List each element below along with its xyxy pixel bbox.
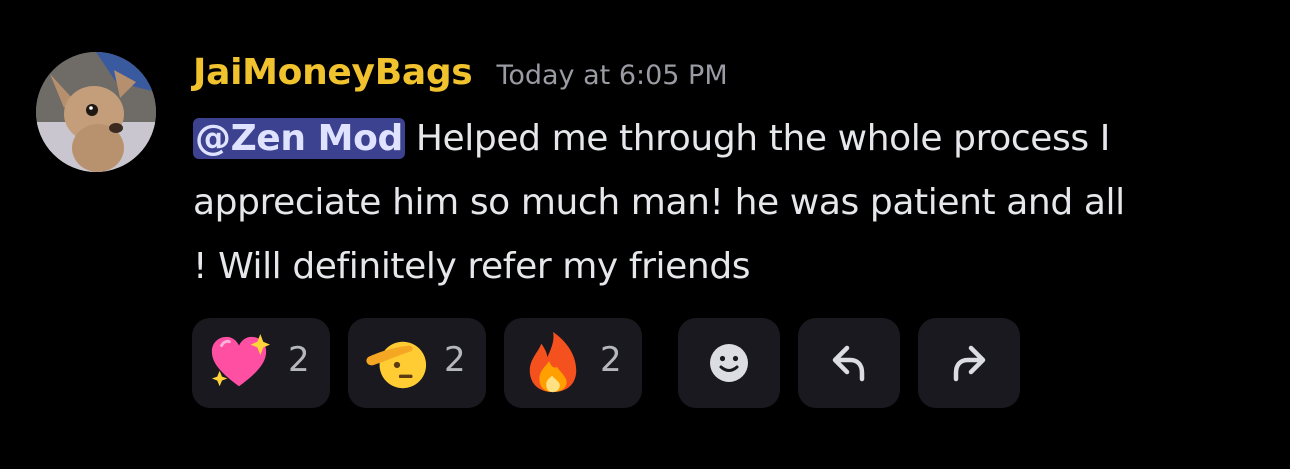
avatar[interactable]	[36, 52, 156, 172]
forward-button[interactable]	[918, 318, 1020, 408]
message-line-1: @Zen Mod Helped me through the whole pro…	[193, 107, 1268, 171]
reaction-count: 2	[600, 340, 622, 380]
add-reaction-button[interactable]	[678, 318, 780, 408]
reaction-count: 2	[444, 340, 466, 380]
message-text-1: Helped me through the whole process I	[415, 118, 1110, 159]
reply-icon	[832, 345, 865, 382]
author-username[interactable]: JaiMoneyBags	[193, 52, 473, 93]
reaction-saluting-face[interactable]: 2	[348, 318, 486, 408]
fire-icon	[529, 332, 577, 393]
reply-button[interactable]	[798, 318, 900, 408]
avatar-dog-image	[36, 52, 156, 172]
message-content: @Zen Mod Helped me through the whole pro…	[193, 107, 1268, 299]
saluting-face-icon	[366, 341, 427, 389]
reaction-count: 2	[288, 340, 310, 380]
reaction-sparkling-heart[interactable]: 2	[192, 318, 330, 408]
sparkling-heart-icon	[211, 333, 270, 387]
message-line-2: appreciate him so much man! he was patie…	[193, 182, 1125, 223]
forward-icon	[953, 345, 986, 382]
message-line-3: ! Will definitely refer my friends	[193, 246, 751, 287]
reaction-fire[interactable]: 2	[504, 318, 642, 408]
message-timestamp[interactable]: Today at 6:05 PM	[496, 60, 727, 91]
add-reaction-icon	[710, 344, 748, 382]
message-header: JaiMoneyBags Today at 6:05 PM	[193, 52, 728, 100]
user-mention[interactable]: @Zen Mod	[193, 118, 405, 159]
chat-message: JaiMoneyBags Today at 6:05 PM @Zen Mod H…	[0, 0, 1290, 469]
